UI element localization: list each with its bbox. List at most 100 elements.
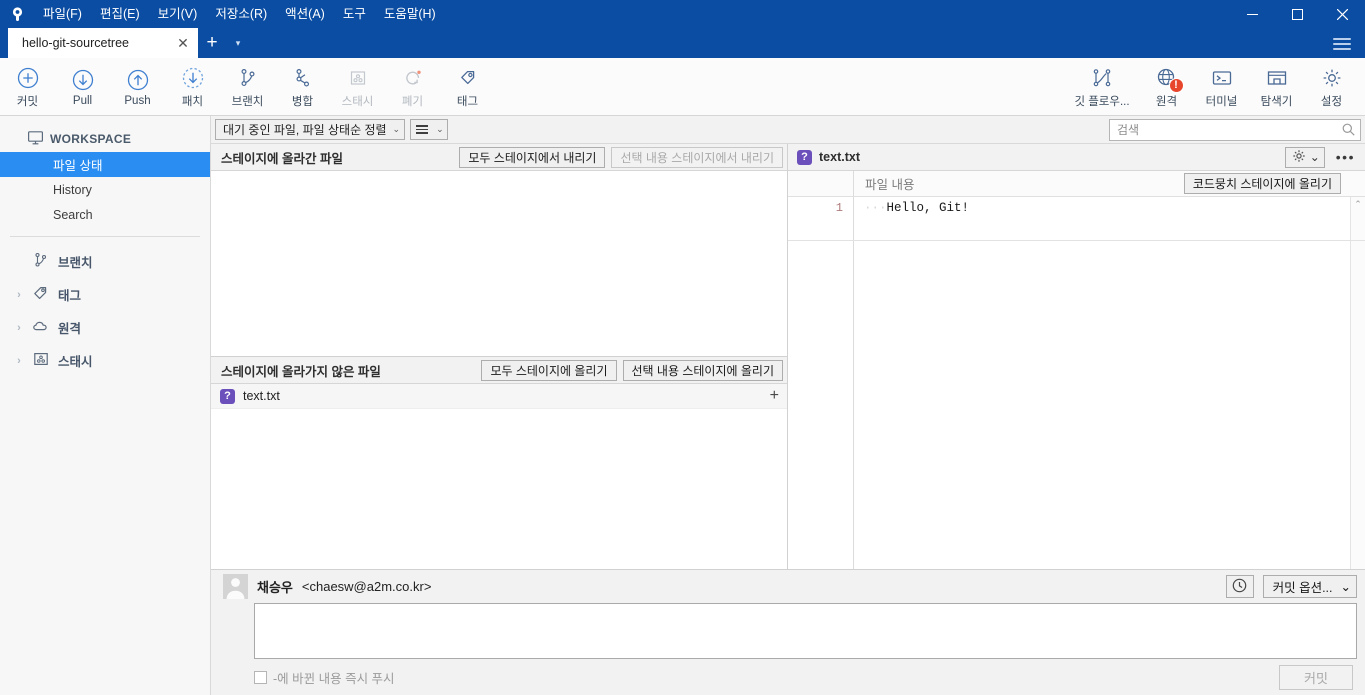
stage-selected-button[interactable]: 선택 내용 스테이지에 올리기 — [622, 359, 783, 381]
toolbar-settings-button[interactable]: 설정 — [1304, 60, 1359, 114]
commit-author-row: 채승우 <chaesw@a2m.co.kr> 커밋 옵션... ⌄ — [223, 570, 1357, 603]
toolbar-remote-button[interactable]: ! 원격 — [1139, 60, 1194, 114]
settings-gear-icon — [1320, 65, 1344, 91]
toolbar-pull-button[interactable]: Pull — [55, 60, 110, 114]
menu-help[interactable]: 도움말(H) — [375, 0, 445, 28]
repo-tab-hello-git-sourcetree[interactable]: hello-git-sourcetree ✕ — [8, 28, 198, 58]
menu-file[interactable]: 파일(F) — [34, 0, 91, 28]
main-body: WORKSPACE 파일 상태 History Search 브랜치 › 태그 … — [0, 116, 1365, 695]
list-item[interactable]: ? text.txt + — [211, 384, 787, 409]
diff-pane: ? text.txt ⌄ ••• 파일 내용 코드뭉치 스테이지에 올리기 1 … — [788, 144, 1365, 569]
toolbar-gitflow-label: 깃 플로우... — [1074, 95, 1130, 108]
tab-close-icon[interactable]: ✕ — [172, 32, 194, 54]
push-immediately-checkbox-row[interactable]: -에 바뀐 내용 즉시 푸시 — [254, 668, 395, 687]
pending-files-sort-dropdown[interactable]: 대기 중인 파일, 파일 상태순 정렬 ⌄ — [215, 119, 406, 140]
diff-content: ···Hello, Git! — [854, 197, 1350, 569]
merge-icon — [291, 65, 315, 91]
commit-message-history-button[interactable] — [1225, 575, 1254, 598]
sidebar-item-tags[interactable]: › 태그 — [0, 278, 210, 311]
toolbar-left-group: 커밋 Pull Push 패치 브랜치 병합 스태시 폐기 태그 — [0, 60, 495, 114]
chevron-right-icon[interactable]: › — [14, 289, 24, 301]
commit-options-label: 커밋 옵션... — [1272, 581, 1333, 595]
menu-view[interactable]: 보기(V) — [149, 0, 207, 28]
sidebar-item-remotes[interactable]: › 원격 — [0, 311, 210, 344]
diff-settings-dropdown[interactable]: ⌄ — [1284, 146, 1325, 168]
chevron-down-icon: ⌄ — [1309, 150, 1320, 164]
toolbar-stash-button[interactable]: 스태시 — [330, 60, 385, 114]
tab-dropdown-icon[interactable]: ▾ — [226, 28, 250, 58]
stage-all-button[interactable]: 모두 스테이지에 올리기 — [481, 359, 617, 381]
sidebar-item-history[interactable]: History — [0, 177, 210, 202]
sidebar-item-file-status[interactable]: 파일 상태 — [0, 152, 210, 177]
toolbar-push-button[interactable]: Push — [110, 60, 165, 114]
remote-globe-icon: ! — [1155, 65, 1184, 93]
commit-message-input[interactable] — [254, 603, 1357, 659]
chevron-right-icon[interactable]: › — [14, 322, 24, 334]
diff-header: ? text.txt ⌄ ••• — [788, 144, 1365, 171]
push-immediately-label: -에 바뀐 내용 즉시 푸시 — [273, 671, 395, 686]
toolbar-branch-button[interactable]: 브랜치 — [220, 60, 275, 114]
sidebar-node-label: 스태시 — [58, 355, 93, 369]
sidebar-item-branches[interactable]: 브랜치 — [0, 245, 210, 278]
list-view-icon — [416, 125, 429, 134]
toolbar-remote-label: 원격 — [1155, 95, 1178, 108]
toolbar-commit-label: 커밋 — [16, 95, 39, 108]
file-name: text.txt — [243, 389, 280, 403]
commit-icon — [16, 65, 40, 91]
chevron-right-icon[interactable]: › — [14, 355, 24, 367]
diff-body[interactable]: 1 ···Hello, Git! ⌃ — [788, 197, 1365, 569]
toolbar-fetch-button[interactable]: 패치 — [165, 60, 220, 114]
close-button[interactable] — [1320, 0, 1365, 28]
sidebar-section-workspace[interactable]: WORKSPACE — [0, 126, 210, 152]
toolbar-commit-button[interactable]: 커밋 — [0, 60, 55, 114]
sidebar-item-stashes[interactable]: › 스태시 — [0, 344, 210, 377]
discard-icon — [401, 65, 425, 91]
staged-files-header: 스테이지에 올라간 파일 모두 스테이지에서 내리기 선택 내용 스테이지에서 … — [211, 144, 787, 171]
push-immediately-checkbox[interactable] — [254, 670, 267, 684]
toolbar-merge-button[interactable]: 병합 — [275, 60, 330, 114]
toolbar-explorer-label: 탐색기 — [1260, 95, 1293, 108]
tag-icon — [32, 284, 50, 305]
maximize-button[interactable] — [1275, 0, 1320, 28]
sidebar-item-search[interactable]: Search — [0, 202, 210, 227]
toolbar-gitflow-button[interactable]: 깃 플로우... — [1065, 60, 1139, 114]
app-menu-hamburger-icon[interactable] — [1327, 33, 1357, 55]
sidebar-item-label: Search — [53, 207, 93, 222]
stage-hunk-button[interactable]: 코드뭉치 스테이지에 올리기 — [1183, 173, 1341, 194]
staged-files-list[interactable] — [211, 171, 787, 356]
unstaged-files-list[interactable]: ? text.txt + — [211, 384, 787, 569]
view-mode-dropdown[interactable]: ⌄ — [410, 119, 448, 140]
gitflow-icon — [1089, 65, 1115, 91]
fetch-icon — [181, 65, 205, 91]
diff-content-label: 파일 내용 — [865, 178, 915, 192]
sourcetree-logo-icon — [0, 6, 34, 23]
toolbar-discard-button[interactable]: 폐기 — [385, 60, 440, 114]
commit-area: 채승우 <chaesw@a2m.co.kr> 커밋 옵션... ⌄ -에 바뀐 … — [211, 569, 1365, 695]
search-input[interactable] — [1109, 118, 1361, 141]
scroll-up-icon[interactable]: ⌃ — [1354, 197, 1362, 210]
menu-edit[interactable]: 편집(E) — [91, 0, 149, 28]
menu-repository[interactable]: 저장소(R) — [206, 0, 276, 28]
unstage-selected-button[interactable]: 선택 내용 스테이지에서 내리기 — [611, 146, 783, 168]
content-area: 대기 중인 파일, 파일 상태순 정렬 ⌄ ⌄ 검색 스테이지에 올라간 파일 … — [211, 116, 1365, 695]
push-icon — [126, 67, 150, 93]
toolbar-terminal-button[interactable]: 터미널 — [1194, 60, 1249, 114]
diff-overflow-menu-icon[interactable]: ••• — [1332, 150, 1359, 164]
diff-scrollbar[interactable]: ⌃ — [1350, 197, 1365, 569]
sidebar-node-label: 태그 — [58, 289, 82, 303]
window-controls — [1230, 0, 1365, 28]
clock-icon — [1232, 578, 1247, 596]
stage-file-button[interactable]: + — [770, 388, 779, 404]
unstaged-files-title: 스테이지에 올라가지 않은 파일 — [221, 364, 381, 379]
new-tab-button[interactable]: + — [198, 28, 226, 58]
commit-button[interactable]: 커밋 — [1279, 664, 1353, 690]
minimize-button[interactable] — [1230, 0, 1275, 28]
terminal-icon — [1210, 65, 1234, 91]
menu-tools[interactable]: 도구 — [334, 0, 375, 28]
toolbar-explorer-button[interactable]: 탐색기 — [1249, 60, 1304, 114]
menu-actions[interactable]: 액션(A) — [276, 0, 334, 28]
unstage-all-button[interactable]: 모두 스테이지에서 내리기 — [459, 146, 606, 168]
commit-options-dropdown[interactable]: 커밋 옵션... ⌄ — [1262, 575, 1357, 598]
sidebar-divider — [10, 236, 200, 237]
toolbar-tag-button[interactable]: 태그 — [440, 60, 495, 114]
